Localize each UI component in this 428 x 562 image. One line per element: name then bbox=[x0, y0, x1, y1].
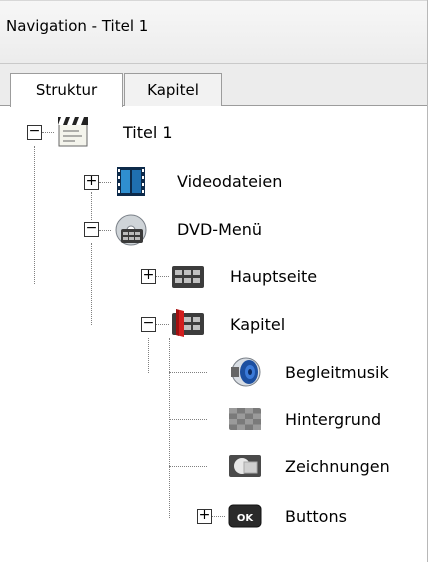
tree-item-hauptseite[interactable]: Hauptseite bbox=[230, 267, 317, 286]
expand-toggle-hauptseite[interactable]: + bbox=[141, 268, 156, 284]
tree-connector bbox=[169, 372, 207, 373]
dvd-disc-icon bbox=[113, 213, 149, 247]
tree-item-begleitmusik[interactable]: Begleitmusik bbox=[285, 363, 389, 382]
menu-page-icon bbox=[170, 260, 206, 294]
ok-button-icon: OK bbox=[227, 499, 263, 533]
tree-item-hintergrund[interactable]: Hintergrund bbox=[285, 410, 381, 429]
collapse-toggle-kapitel[interactable]: − bbox=[141, 316, 156, 332]
tree-item-dvd-menu[interactable]: DVD-Menü bbox=[177, 220, 262, 239]
tree-item-kapitel[interactable]: Kapitel bbox=[230, 315, 285, 334]
tree-connector bbox=[148, 338, 149, 373]
drawing-icon bbox=[227, 449, 263, 483]
tab-struktur[interactable]: Struktur bbox=[10, 73, 123, 107]
tree-item-videodateien[interactable]: Videodateien bbox=[177, 172, 282, 191]
tree-connector bbox=[155, 324, 169, 325]
tree-connector bbox=[91, 192, 92, 220]
tree-item-buttons[interactable]: Buttons bbox=[285, 507, 347, 526]
expand-toggle-videodateien[interactable]: + bbox=[84, 174, 99, 190]
tree-connector bbox=[42, 132, 54, 133]
tree-connector bbox=[169, 419, 207, 420]
tab-bar: Struktur Kapitel bbox=[0, 64, 427, 107]
tree-connector bbox=[99, 182, 111, 183]
clapperboard-icon bbox=[55, 114, 91, 148]
checkerboard-icon bbox=[227, 402, 263, 436]
tree-connector bbox=[169, 338, 170, 518]
tree-connector bbox=[169, 466, 207, 467]
collapse-toggle-titel-1[interactable]: − bbox=[27, 124, 42, 140]
expand-toggle-buttons[interactable]: + bbox=[197, 508, 212, 524]
panel-title: Navigation - Titel 1 bbox=[6, 17, 149, 35]
tab-kapitel[interactable]: Kapitel bbox=[124, 73, 222, 106]
panel-titlebar: Navigation - Titel 1 bbox=[0, 0, 427, 64]
speaker-icon bbox=[227, 355, 263, 389]
tree-connector bbox=[155, 276, 169, 277]
tree-connector bbox=[211, 516, 225, 517]
tree-connector bbox=[99, 230, 111, 231]
film-strip-icon bbox=[113, 164, 149, 198]
tree-connector bbox=[91, 243, 92, 325]
structure-tree: − Titel 1 + Videodateien − DVD-Menü + Ha… bbox=[0, 106, 427, 562]
navigation-panel: Navigation - Titel 1 Struktur Kapitel − bbox=[0, 0, 428, 562]
ok-button-icon-text: OK bbox=[237, 513, 255, 524]
tree-item-titel-1[interactable]: Titel 1 bbox=[123, 123, 173, 142]
chapter-page-icon bbox=[170, 307, 206, 341]
tree-connector bbox=[34, 146, 35, 284]
tree-item-zeichnungen[interactable]: Zeichnungen bbox=[285, 457, 390, 476]
collapse-toggle-dvd-menu[interactable]: − bbox=[84, 221, 99, 237]
